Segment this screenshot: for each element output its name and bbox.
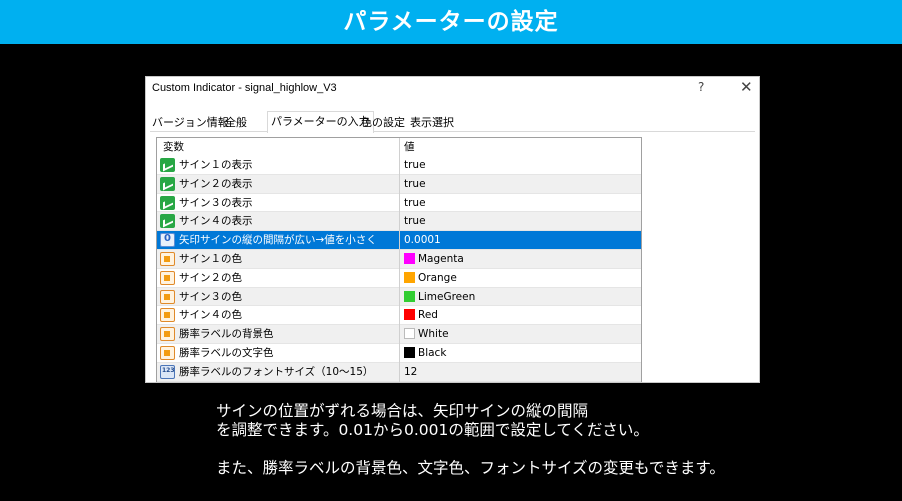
parameter-name: 勝率ラベルの文字色: [179, 347, 274, 359]
column-divider[interactable]: [399, 138, 400, 382]
parameter-value[interactable]: 12: [404, 363, 417, 381]
parameter-grid: 変数 値 サイン１の表示 true サイン２の表示 true サイン３の表示 true サイ…: [156, 137, 642, 382]
parameter-name: 勝率ラベルのフォントサイズ（10〜15）: [179, 365, 374, 378]
parameter-value[interactable]: LimeGreen: [418, 288, 475, 306]
bool-icon: [160, 195, 175, 210]
tab-general[interactable]: 全般: [223, 114, 249, 132]
color-swatch[interactable]: [404, 347, 415, 358]
page-banner: パラメーターの設定: [0, 0, 902, 44]
color-swatch[interactable]: [404, 271, 415, 283]
caption-line-3: [216, 440, 876, 459]
parameter-value[interactable]: Magenta: [418, 250, 464, 268]
bool-icon: [160, 176, 175, 191]
caption-line-1: サインの位置がずれる場合は、矢印サインの縦の間隔: [216, 402, 589, 420]
dialog-title: Custom Indicator - signal_highlow_V3: [152, 82, 337, 94]
parameter-name: サイン２の表示: [179, 177, 253, 190]
parameter-name: 矢印サインの縦の間隔が広い→値を小さく: [179, 234, 377, 247]
parameter-value[interactable]: 0.0001: [404, 231, 441, 249]
tab-bar: バージョン情報 全般 パラメーターの入力 色の設定 表示選択: [150, 111, 755, 133]
tab-version-info[interactable]: バージョン情報: [150, 114, 231, 132]
parameter-value[interactable]: Black: [418, 344, 446, 362]
parameter-value[interactable]: Orange: [418, 269, 457, 287]
tab-parameters[interactable]: パラメーターの入力: [267, 111, 374, 133]
parameter-value[interactable]: true: [404, 212, 426, 230]
help-button[interactable]: ?: [698, 80, 704, 94]
parameter-value[interactable]: true: [404, 175, 426, 193]
parameter-value[interactable]: true: [404, 156, 426, 174]
parameter-name: サイン１の色: [179, 253, 242, 265]
color-swatch[interactable]: [404, 328, 415, 340]
parameter-name: サイン１の表示: [179, 159, 253, 171]
parameter-value[interactable]: Red: [418, 306, 438, 324]
parameter-value[interactable]: White: [418, 325, 449, 343]
color-swatch[interactable]: [404, 290, 415, 302]
integer-icon: [160, 364, 175, 379]
parameter-value[interactable]: true: [404, 194, 426, 212]
parameter-name: サイン４の表示: [179, 215, 253, 228]
color-icon: [160, 289, 175, 304]
bool-icon: [160, 214, 175, 229]
caption-line-2: を調整できます。0.01から0.001の範囲で設定してください。: [216, 421, 649, 439]
bool-icon: [160, 158, 175, 172]
header-value[interactable]: 値: [404, 138, 415, 156]
number-icon: [160, 233, 175, 248]
color-swatch[interactable]: [404, 253, 415, 264]
custom-indicator-dialog: Custom Indicator - signal_highlow_V3 ? ✕…: [145, 76, 760, 383]
color-icon: [160, 308, 175, 323]
dialog-titlebar: Custom Indicator - signal_highlow_V3 ? ✕: [146, 77, 759, 103]
parameter-name: サイン３の表示: [179, 196, 253, 209]
color-icon: [160, 346, 175, 360]
color-swatch[interactable]: [404, 309, 415, 321]
header-variable[interactable]: 変数: [163, 138, 184, 156]
parameter-name: サイン３の色: [179, 290, 242, 303]
parameter-name: サイン２の色: [179, 271, 242, 284]
parameter-name: 勝率ラベルの背景色: [179, 328, 274, 341]
caption-line-4: また、勝率ラベルの背景色、文字色、フォントサイズの変更もできます。: [216, 459, 725, 477]
tab-visualization[interactable]: 表示選択: [408, 114, 456, 132]
color-icon: [160, 327, 175, 342]
close-button[interactable]: ✕: [740, 78, 753, 96]
caption-text: サインの位置がずれる場合は、矢印サインの縦の間隔 を調整できます。0.01から0…: [216, 402, 876, 478]
tab-colors[interactable]: 色の設定: [359, 114, 407, 132]
color-icon: [160, 252, 175, 266]
color-icon: [160, 270, 175, 285]
parameter-name: サイン４の色: [179, 309, 242, 322]
